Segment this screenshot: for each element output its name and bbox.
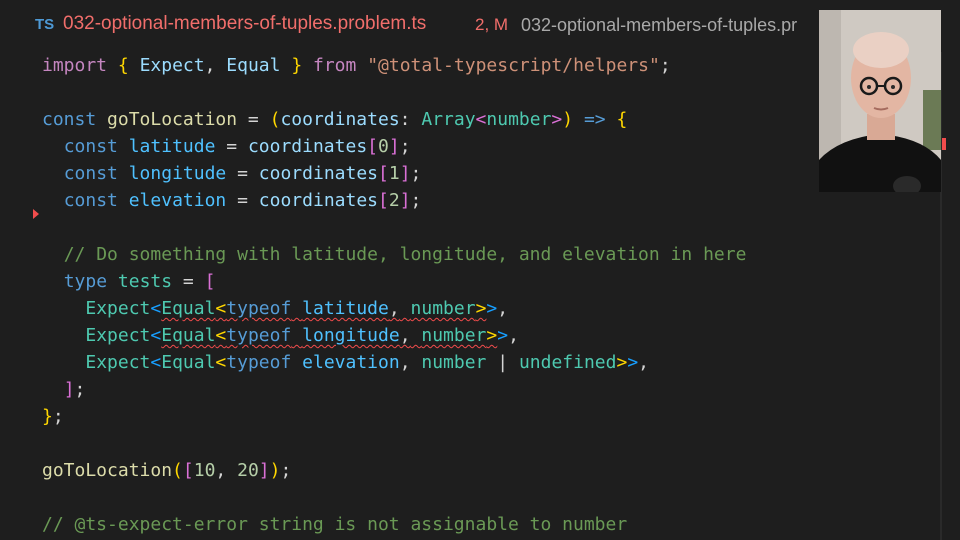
code-line-6: const elevation = coordinates[2]; [63,190,422,211]
editor-tab-bar: TS 032-optional-members-of-tuples.proble… [0,0,960,52]
code-line-5: const longitude = coordinates[1]; [63,163,422,184]
error-scroll-marker [942,138,946,150]
code-line-10: Expect<Equal<typeof latitude, number>>, [85,298,509,319]
typescript-file-icon: TS [35,16,55,33]
code-line-14: }; [42,406,64,427]
presenter-video-icon [819,10,941,192]
code-line-8: // Do something with latitude, longitude… [63,244,747,265]
active-tab-filename[interactable]: 032-optional-members-of-tuples.problem.t… [63,13,426,35]
code-line-12: Expect<Equal<typeof elevation, number | … [85,352,650,373]
breadcrumb[interactable]: 032-optional-members-of-tuples.pr [521,15,797,36]
fold-arrow-icon[interactable] [33,209,39,219]
code-line-9: type tests = [ [63,271,216,292]
code-line-4: const latitude = coordinates[0]; [63,136,411,157]
tab-problem-status: 2, M [475,15,509,34]
code-line-16: goToLocation([10, 20]); [42,460,292,481]
code-line-13: ]; [63,379,86,400]
code-line-11: Expect<Equal<typeof longitude, number>>, [85,325,519,346]
code-line-1: import { Expect, Equal } from "@total-ty… [42,55,671,76]
code-line-3: const goToLocation = (coordinates: Array… [42,109,628,130]
code-line-18: // @ts-expect-error string is not assign… [42,514,628,535]
code-editor[interactable]: import { Expect, Equal } from "@total-ty… [0,52,940,540]
webcam-overlay [819,10,941,192]
